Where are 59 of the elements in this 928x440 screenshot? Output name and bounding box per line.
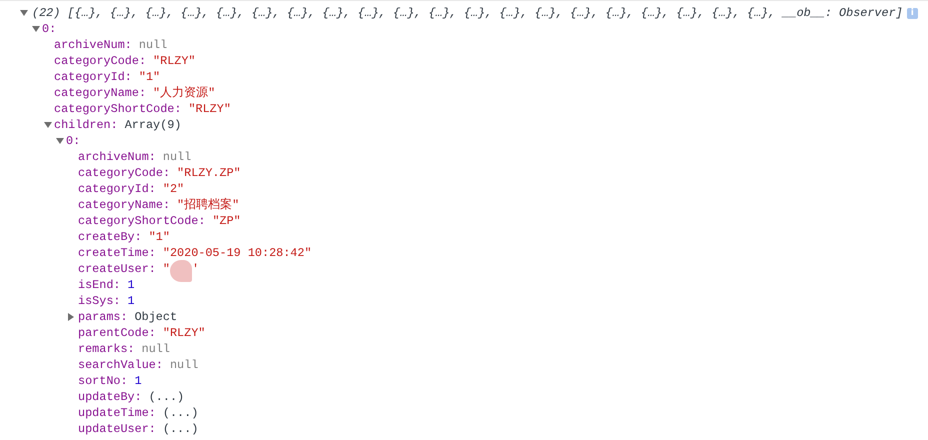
property-value: (...): [162, 422, 198, 436]
property-key: categoryCode:: [54, 54, 146, 68]
property-key: categoryName:: [54, 86, 146, 100]
property-key: 0:: [66, 134, 80, 148]
property-key: searchValue:: [78, 358, 163, 372]
property-key: remarks:: [78, 342, 135, 356]
property-key: isEnd:: [78, 278, 120, 292]
property-value: null: [142, 342, 170, 356]
property-key: categoryCode:: [78, 166, 170, 180]
property-value: Array(9): [124, 118, 182, 132]
property-key: archiveNum:: [78, 150, 156, 164]
info-icon: i: [906, 8, 918, 18]
property-key: children:: [54, 118, 118, 132]
property-value: 1: [127, 294, 135, 308]
property-key: categoryShortCode:: [54, 102, 182, 116]
caret-right-icon[interactable]: [68, 313, 74, 321]
property-value: "RLZY": [188, 102, 231, 116]
property-key: createTime:: [78, 246, 156, 260]
property-key: updateTime:: [78, 406, 156, 420]
property-value: 1: [127, 278, 135, 292]
property-value: ": [162, 262, 170, 276]
caret-down-icon[interactable]: [32, 26, 40, 32]
property-value: "ZP": [212, 214, 241, 228]
property-key: sortNo:: [78, 374, 128, 388]
array-preview: (22) [{…}, {…}, {…}, {…}, {…}, {…}, {…}, {…}, {…}, {…}, {…}, {…}, {…}, {…}, {…}, {…}, {…}, {…}, {…}, {…}, __ob__: Observer]: [32, 6, 903, 20]
property-value: null: [138, 38, 168, 52]
property-key: categoryShortCode:: [78, 214, 206, 228]
caret-down-icon[interactable]: [44, 122, 52, 128]
property-key: archiveNum:: [54, 38, 132, 52]
property-value: Object: [134, 310, 178, 324]
property-value: "招聘档案": [177, 197, 240, 213]
property-key: categoryId:: [54, 70, 132, 84]
property-key: params:: [78, 310, 128, 324]
property-value: "2020-05-19 10:28:42": [162, 246, 312, 260]
property-value: "人力资源": [153, 85, 216, 101]
property-value: "1": [138, 70, 160, 84]
caret-down-icon[interactable]: [56, 138, 64, 144]
property-value: "RLZY.ZP": [177, 166, 241, 180]
property-key: createUser:: [78, 262, 156, 276]
property-value: null: [170, 358, 198, 372]
property-value: "RLZY": [162, 326, 206, 340]
property-value: "1": [148, 230, 170, 244]
property-value: "RLZY": [153, 54, 196, 68]
property-key: categoryName:: [78, 198, 170, 212]
property-key: categoryId:: [78, 182, 156, 196]
property-key: updateBy:: [78, 390, 142, 404]
property-value: "2": [162, 182, 184, 196]
property-value: (...): [148, 390, 184, 404]
property-key: 0:: [42, 22, 56, 36]
redaction-blur: [170, 260, 192, 282]
property-key: createBy:: [78, 230, 142, 244]
quote-mark: ': [192, 262, 200, 276]
property-key: updateUser:: [78, 422, 156, 436]
caret-down-icon[interactable]: [20, 10, 28, 16]
property-key: isSys:: [78, 294, 120, 308]
property-value: (...): [162, 406, 198, 420]
property-key: parentCode:: [78, 326, 156, 340]
property-value: null: [162, 150, 192, 164]
property-value: 1: [134, 374, 142, 388]
